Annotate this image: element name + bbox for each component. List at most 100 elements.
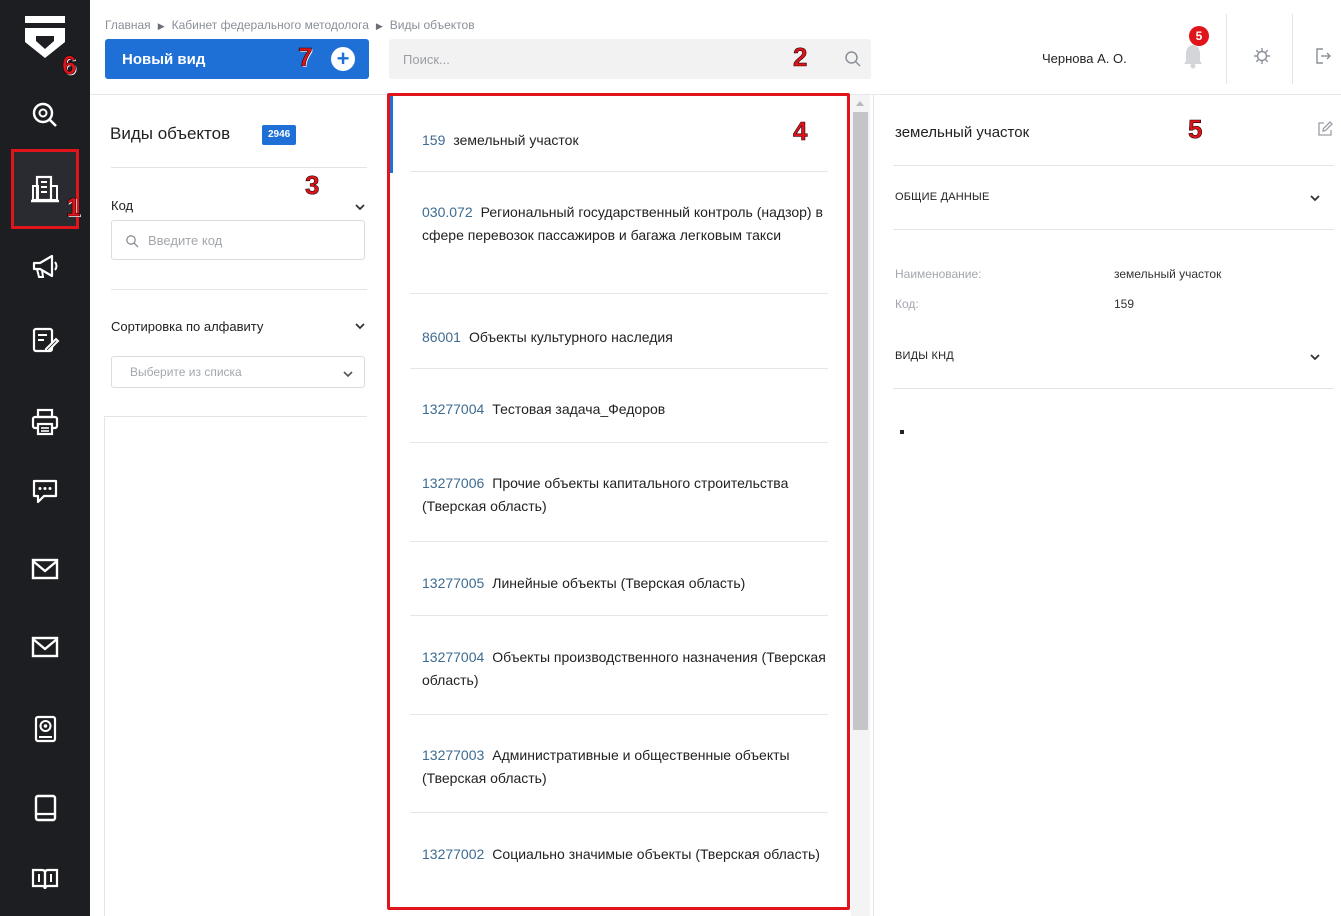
header-divider — [1292, 14, 1293, 84]
code-input[interactable] — [148, 221, 348, 259]
building-icon — [31, 175, 59, 203]
search-icon — [126, 235, 139, 248]
callout-6: 6 — [62, 50, 77, 81]
notifications-badge: 5 — [1189, 26, 1209, 46]
sidebar-item-settings-book[interactable] — [20, 704, 70, 754]
panel-border — [104, 416, 105, 916]
sidebar-item-mail[interactable] — [20, 544, 70, 594]
list-divider — [410, 171, 828, 172]
callout-1: 1 — [66, 192, 81, 223]
active-item-indicator — [390, 96, 393, 173]
new-type-button-label: Новый вид — [122, 50, 206, 68]
section-general-title[interactable]: ОБЩИЕ ДАННЫЕ — [895, 191, 990, 203]
item-code: 13277004 — [422, 649, 485, 665]
list-item[interactable]: 13277004 Объекты производственного назнач… — [422, 646, 828, 692]
user-name[interactable]: Чернова А. О. — [1042, 51, 1127, 66]
item-code: 86001 — [422, 329, 461, 345]
search-icon — [32, 102, 57, 127]
divider — [893, 229, 1334, 230]
section-knd-title[interactable]: ВИДЫ КНД — [895, 350, 954, 362]
list-item[interactable]: 159 земельный участок — [422, 129, 828, 152]
item-code: 13277004 — [422, 401, 485, 417]
chevron-down-icon[interactable] — [354, 201, 366, 213]
megaphone-icon — [32, 254, 58, 278]
list-item[interactable]: 13277006 Прочие объекты капитального стро… — [422, 472, 828, 518]
item-code: 159 — [422, 132, 446, 148]
item-code: 13277003 — [422, 747, 485, 763]
callout-4: 4 — [793, 116, 808, 147]
breadcrumb-current: Виды объектов — [389, 18, 475, 32]
list-divider — [410, 293, 828, 294]
item-name: Тестовая задача_Федоров — [492, 401, 666, 417]
header-divider — [1226, 14, 1227, 84]
sidebar-item-library[interactable] — [20, 854, 70, 904]
search-input[interactable] — [403, 39, 803, 79]
list-item[interactable]: 13277004 Тестовая задача_Федоров — [422, 398, 828, 421]
mail-icon — [31, 558, 59, 580]
list-item[interactable]: 030.072 Региональный государственный конт… — [422, 201, 828, 247]
mail-icon — [31, 636, 59, 658]
sidebar-item-print[interactable] — [20, 397, 70, 447]
list-item[interactable]: 13277002 Социально значимые объекты (Твер… — [422, 843, 828, 866]
divider — [111, 167, 367, 168]
list-item[interactable]: 86001 Объекты культурного наследия — [422, 326, 828, 349]
breadcrumb-separator: ▶ — [375, 21, 383, 31]
item-code: 13277006 — [422, 475, 485, 491]
item-name: земельный участок — [453, 132, 579, 148]
list-item[interactable]: 13277005 Линейные объекты (Тверская облас… — [422, 572, 828, 595]
divider — [111, 289, 367, 290]
code-field — [111, 220, 365, 260]
sidebar-item-mail-2[interactable] — [20, 622, 70, 672]
chevron-down-icon — [343, 371, 353, 378]
code-filter-label[interactable]: Код — [111, 198, 133, 213]
printer-icon — [31, 408, 59, 436]
panel-border — [873, 95, 874, 916]
chevron-down-icon[interactable] — [1309, 351, 1321, 363]
callout-5: 5 — [1188, 114, 1203, 145]
sidebar-item-reference[interactable] — [20, 783, 70, 833]
callout-3: 3 — [305, 170, 320, 201]
sidebar-item-search[interactable] — [20, 90, 70, 140]
sort-select-placeholder: Выберите из списка — [130, 365, 242, 379]
count-badge: 2946 — [262, 125, 297, 145]
detail-title: земельный участок — [895, 124, 1030, 141]
sort-select[interactable]: Выберите из списка — [111, 356, 365, 388]
object-types-list: 159 земельный участок 030.072 Региональный… — [387, 93, 850, 910]
list-item[interactable]: 13277003 Административные и общественные … — [422, 744, 828, 790]
scroll-up-arrow-icon[interactable] — [855, 99, 865, 107]
empty-list-bullet — [900, 430, 904, 434]
divider — [104, 416, 367, 417]
code-field-label: Код: — [895, 297, 919, 311]
item-code: 13277005 — [422, 575, 485, 591]
breadcrumb-home[interactable]: Главная — [105, 18, 151, 32]
edit-icon[interactable] — [1316, 120, 1334, 138]
gear-icon[interactable] — [1252, 46, 1272, 66]
item-code: 030.072 — [422, 204, 473, 220]
open-book-icon — [31, 868, 59, 890]
app-logo[interactable] — [0, 0, 90, 78]
callout-7: 7 — [298, 42, 313, 73]
name-field-label: Наименование: — [895, 267, 982, 281]
list-scrollbar-thumb[interactable] — [853, 112, 868, 730]
breadcrumb-separator: ▶ — [157, 21, 165, 31]
list-divider — [410, 368, 828, 369]
new-type-button[interactable]: Новый вид + — [105, 39, 369, 79]
item-code: 13277002 — [422, 846, 485, 862]
sidebar — [0, 0, 90, 916]
list-divider — [410, 812, 828, 813]
sidebar-item-announcements[interactable] — [20, 241, 70, 291]
book-icon — [34, 794, 57, 822]
breadcrumb-cabinet[interactable]: Кабинет федерального методолога — [172, 18, 369, 32]
divider — [893, 165, 1334, 166]
list-divider — [410, 714, 828, 715]
list-divider — [410, 541, 828, 542]
logout-icon[interactable] — [1312, 46, 1332, 66]
chevron-down-icon[interactable] — [354, 320, 366, 332]
settings-book-icon — [34, 715, 57, 743]
sort-filter-label[interactable]: Сортировка по алфавиту — [111, 319, 263, 334]
search-icon[interactable] — [843, 49, 863, 69]
item-name: Линейные объекты (Тверская область) — [492, 575, 746, 591]
sidebar-item-checklists[interactable] — [20, 315, 70, 365]
chevron-down-icon[interactable] — [1309, 192, 1321, 204]
sidebar-item-messages[interactable] — [20, 466, 70, 516]
